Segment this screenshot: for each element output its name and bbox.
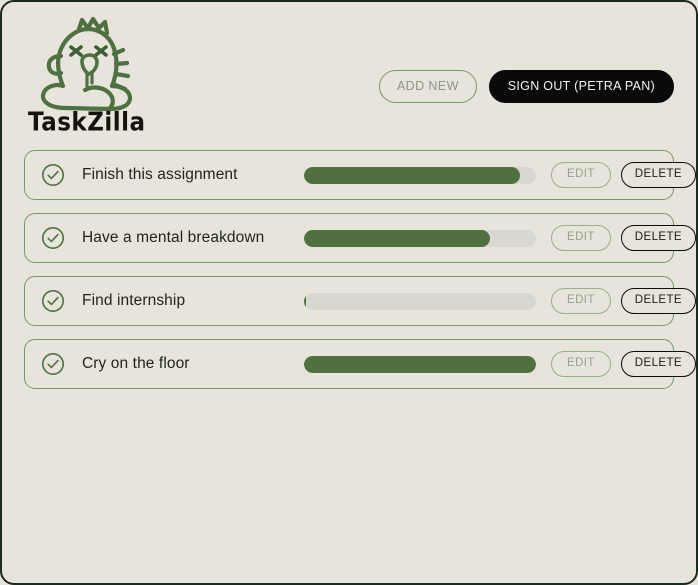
task-list: Finish this assignment EDIT DELETE Have … — [2, 150, 696, 389]
check-circle-icon[interactable] — [41, 352, 65, 376]
task-progress-bar[interactable] — [304, 355, 536, 373]
task-row[interactable]: Cry on the floor EDIT DELETE — [24, 339, 696, 389]
brand-wordmark: TaskZilla — [28, 108, 146, 138]
task-progress-bar[interactable] — [304, 292, 536, 310]
delete-button[interactable]: DELETE — [620, 225, 696, 251]
task-row[interactable]: Finish this assignment EDIT DELETE — [24, 150, 696, 200]
task-title: Find internship — [82, 292, 186, 309]
check-circle-icon[interactable] — [41, 226, 65, 250]
progress-track — [304, 355, 536, 373]
task-progress-bar[interactable] — [304, 229, 536, 247]
progress-track — [304, 229, 536, 247]
edit-button[interactable]: EDIT — [551, 225, 611, 251]
task-row[interactable]: Have a mental breakdown EDIT DELETE — [24, 213, 696, 263]
app-window: TaskZilla ADD NEW SIGN OUT (PETRA PAN) F… — [0, 0, 698, 585]
progress-fill — [304, 292, 307, 310]
dinosaur-logo-icon — [30, 16, 150, 116]
edit-button[interactable]: EDIT — [551, 162, 611, 188]
progress-track — [304, 166, 536, 184]
task-title: Have a mental breakdown — [82, 229, 265, 246]
progress-fill — [304, 166, 520, 184]
delete-button[interactable]: DELETE — [620, 162, 696, 188]
progress-fill — [304, 355, 536, 373]
row-actions: EDIT DELETE — [551, 351, 696, 377]
progress-track — [304, 292, 536, 310]
brand-logo: TaskZilla — [28, 16, 150, 138]
row-actions: EDIT DELETE — [551, 225, 696, 251]
header-actions: ADD NEW SIGN OUT (PETRA PAN) — [378, 70, 674, 103]
task-title: Finish this assignment — [82, 166, 238, 183]
delete-button[interactable]: DELETE — [620, 351, 696, 377]
edit-button[interactable]: EDIT — [551, 351, 611, 377]
task-title: Cry on the floor — [82, 355, 190, 372]
progress-fill — [304, 229, 490, 247]
row-actions: EDIT DELETE — [551, 288, 696, 314]
add-new-button[interactable]: ADD NEW — [378, 70, 477, 103]
check-circle-icon[interactable] — [41, 163, 65, 187]
task-row[interactable]: Find internship EDIT DELETE — [24, 276, 696, 326]
edit-button[interactable]: EDIT — [551, 288, 611, 314]
delete-button[interactable]: DELETE — [620, 288, 696, 314]
row-actions: EDIT DELETE — [551, 162, 696, 188]
app-header: TaskZilla ADD NEW SIGN OUT (PETRA PAN) — [2, 2, 696, 150]
sign-out-button[interactable]: SIGN OUT (PETRA PAN) — [488, 70, 674, 103]
check-circle-icon[interactable] — [41, 289, 65, 313]
task-progress-bar[interactable] — [304, 166, 536, 184]
